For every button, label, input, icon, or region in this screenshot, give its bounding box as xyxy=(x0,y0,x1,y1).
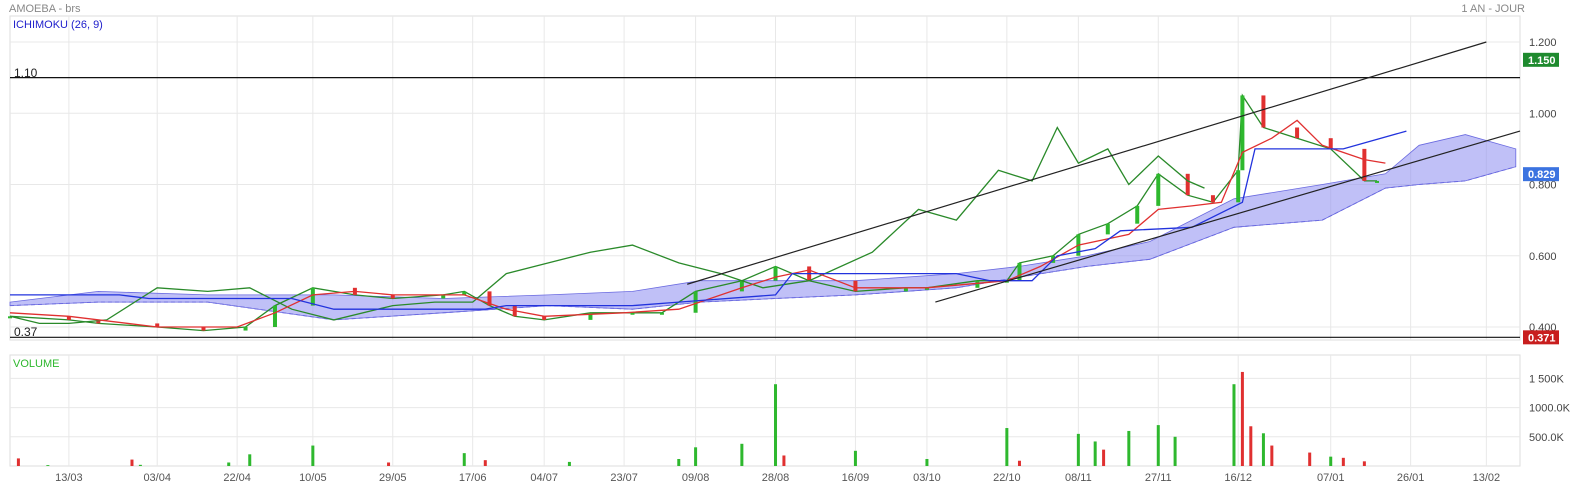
volume-bar-up xyxy=(138,464,142,466)
vol-tick-label: 1000.0K xyxy=(1529,403,1571,415)
candle xyxy=(272,305,277,327)
x-tick-label: 17/06 xyxy=(459,472,487,484)
vol-tick-label: 1 500K xyxy=(1529,373,1565,385)
volume-bar-down xyxy=(130,459,134,466)
x-tick-label: 04/07 xyxy=(530,472,558,484)
candle xyxy=(1135,205,1140,224)
volume-bar-up xyxy=(1005,428,1009,466)
indicator-label: ICHIMOKU (26, 9) xyxy=(13,19,103,31)
volume-bar-up xyxy=(311,445,315,466)
x-tick-label: 28/08 xyxy=(762,472,790,484)
chart-canvas[interactable]: ICHIMOKU (26, 9) 1.10 0.37 VOLUME 13/03 0… xyxy=(0,0,1571,487)
volume-bar-up xyxy=(248,454,252,466)
candle xyxy=(693,291,698,313)
x-tick-label: 13/03 xyxy=(55,472,83,484)
price-badge-text: 0.371 xyxy=(1528,332,1556,344)
vol-tick-label: 500.0K xyxy=(1529,432,1565,444)
volume-bar-up xyxy=(1329,456,1333,466)
x-tick-label: 29/05 xyxy=(379,472,407,484)
volume-bar-up xyxy=(925,458,929,466)
volume-bar-down xyxy=(1270,445,1274,466)
x-tick-label: 16/12 xyxy=(1224,472,1252,484)
volume-bar-up xyxy=(1232,384,1236,466)
x-tick-label: 22/04 xyxy=(223,472,251,484)
x-tick-label: 10/05 xyxy=(299,472,327,484)
candle xyxy=(1105,223,1110,235)
volume-bar-up xyxy=(567,461,571,466)
y-tick-label: 1.200 xyxy=(1529,37,1557,49)
candle xyxy=(659,312,664,315)
x-tick-label: 22/10 xyxy=(993,472,1021,484)
volume-bar-up xyxy=(694,447,698,466)
volume-bar-down xyxy=(387,462,391,466)
volume-bar-down xyxy=(16,458,20,466)
x-tick-label: 27/11 xyxy=(1145,472,1172,484)
volume-bar-down xyxy=(1249,426,1253,466)
hline-label-high: 1.10 xyxy=(14,66,38,80)
candle xyxy=(773,266,778,281)
candle xyxy=(975,280,980,288)
x-tick-label: 03/04 xyxy=(143,472,171,484)
volume-bar-up xyxy=(462,453,466,466)
price-badge-text: 1.150 xyxy=(1528,55,1556,67)
volume-bar-down xyxy=(1308,452,1312,466)
candle xyxy=(739,280,744,292)
hline-label-low: 0.37 xyxy=(14,325,38,339)
candle xyxy=(1156,173,1161,206)
volume-bar-up xyxy=(1173,436,1177,466)
volume-bar-up xyxy=(1076,433,1080,466)
volume-bar-down xyxy=(1240,371,1244,466)
x-tick-label: 16/09 xyxy=(842,472,870,484)
volume-bar-down xyxy=(1102,449,1106,466)
candle xyxy=(1236,170,1241,203)
volume-bar-up xyxy=(774,384,778,466)
volume-bar-down xyxy=(782,455,786,466)
y-tick-label: 0.800 xyxy=(1529,180,1557,192)
volume-bar-down xyxy=(1017,460,1021,466)
y-tick-label: 1.000 xyxy=(1529,108,1557,120)
candle xyxy=(1185,173,1190,196)
x-tick-label: 26/01 xyxy=(1397,472,1425,484)
x-tick-label: 23/07 xyxy=(610,472,638,484)
volume-label: VOLUME xyxy=(13,358,59,370)
volume-bar-up xyxy=(1127,430,1131,466)
volume-bar-down xyxy=(1341,457,1345,466)
volume-bar-down xyxy=(483,460,487,466)
x-tick-label: 13/02 xyxy=(1473,472,1501,484)
volume-bar-up xyxy=(677,458,681,466)
x-tick-label: 09/08 xyxy=(682,472,710,484)
candle xyxy=(243,327,248,331)
volume-bar-up xyxy=(853,450,857,466)
volume-bar-up xyxy=(227,462,231,466)
x-tick-label: 08/11 xyxy=(1065,472,1092,484)
x-tick-label: 07/01 xyxy=(1317,472,1345,484)
candle xyxy=(1240,95,1245,171)
volume-bar-up xyxy=(1156,425,1160,466)
candle xyxy=(630,312,635,315)
candle xyxy=(1295,127,1300,139)
x-tick-label: 03/10 xyxy=(913,472,941,484)
y-tick-label: 0.600 xyxy=(1529,251,1557,263)
volume-bar-up xyxy=(1093,441,1097,466)
volume-bar-up xyxy=(1261,433,1265,466)
volume-panel-frame xyxy=(9,354,1521,467)
volume-bar-down xyxy=(1362,461,1366,466)
price-badge-text: 0.829 xyxy=(1528,169,1556,181)
grid-lines xyxy=(9,15,1521,467)
candle xyxy=(853,280,858,292)
candle xyxy=(1374,180,1379,183)
candle xyxy=(1210,195,1215,203)
candle xyxy=(1261,95,1266,128)
volume-bar-up xyxy=(740,443,744,466)
volume-bar-up xyxy=(46,465,50,466)
